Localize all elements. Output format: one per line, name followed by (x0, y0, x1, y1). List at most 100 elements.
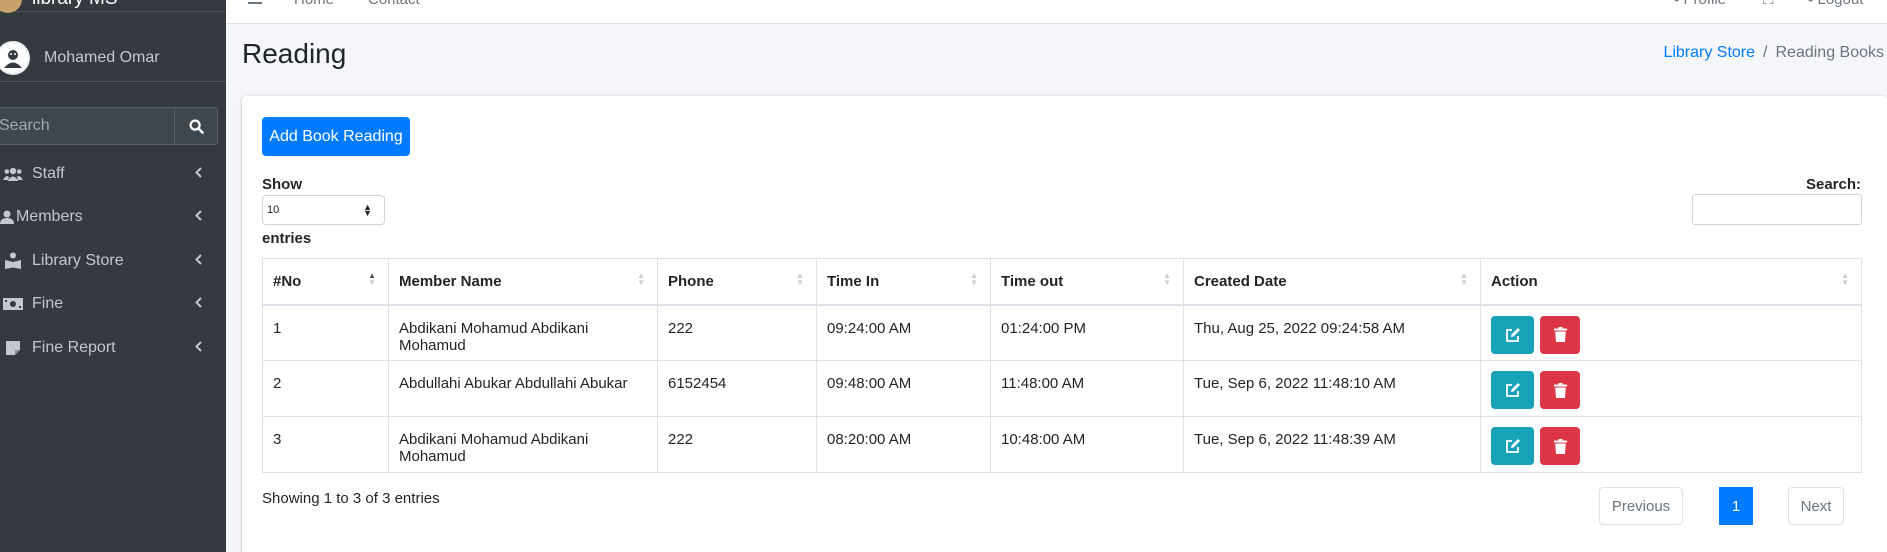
column-label: Member Name (399, 272, 502, 290)
sort-icon: ▲ ▼ (1163, 271, 1171, 287)
book-reader-icon (0, 252, 26, 270)
sidebar-item-label: Staff (32, 164, 65, 182)
trash-icon (1553, 382, 1567, 398)
column-label: Time In (827, 272, 880, 290)
trash-icon (1553, 327, 1567, 342)
page-title: Reading (242, 38, 347, 69)
nav-logout-label: Logout (1818, 0, 1864, 8)
nav-contact-link[interactable]: Contact (368, 0, 420, 8)
next-page-button[interactable]: Next (1788, 487, 1844, 525)
sidebar-item-label: Fine (32, 295, 64, 313)
cell-no: 3 (262, 416, 389, 473)
nav-profile-label: Profile (1684, 0, 1727, 8)
sort-icon: ▲ ▼ (1841, 271, 1849, 287)
sidebar-nav: Staff Members Library Store Fine Fine Re… (0, 152, 226, 370)
edit-button[interactable] (1491, 427, 1534, 465)
cell-action (1480, 360, 1862, 417)
reading-table: #No ▲ ▼ Member Name ▲ ▼ Phone ▲ ▼ Time In ▲ ▼ Ti… (262, 258, 1862, 473)
sidebar-search-button[interactable] (174, 107, 218, 145)
cell-member-name: Abdikani Mohamud Abdikani Mohamud (388, 304, 658, 361)
sidebar-item-library-store[interactable]: Library Store (0, 239, 226, 283)
column-header-time-out[interactable]: Time out ▲ ▼ (990, 258, 1184, 306)
brand-text: library MS (32, 0, 118, 10)
sidebar: library MS Mohamed Omar Staff Members (0, 0, 226, 552)
edit-icon (1505, 383, 1520, 397)
cell-time-in: 08:20:00 AM (816, 416, 991, 473)
cell-phone: 6152454 (657, 360, 817, 417)
delete-button[interactable] (1540, 315, 1580, 354)
sidebar-item-label: Library Store (32, 251, 124, 269)
cell-no: 1 (262, 304, 389, 361)
table-row: 1 Abdikani Mohamud Abdikani Mohamud 222 … (262, 304, 1862, 361)
column-header-phone[interactable]: Phone ▲ ▼ (657, 258, 817, 306)
previous-page-button[interactable]: Previous (1599, 487, 1683, 525)
chevron-left-icon (195, 252, 202, 270)
edit-button[interactable] (1491, 315, 1534, 354)
table-search-input[interactable] (1692, 194, 1862, 225)
nav-home-link[interactable]: Home (294, 0, 334, 8)
id-card-icon: ▪ (1674, 0, 1679, 8)
column-label: Time out (1001, 272, 1064, 290)
cell-phone: 222 (657, 304, 817, 361)
cell-phone: 222 (657, 416, 817, 473)
logout-icon: ▪ (1808, 0, 1813, 8)
table-row: 3 Abdikani Mohamud Abdikani Mohamud 222 … (262, 416, 1862, 473)
delete-button[interactable] (1540, 427, 1580, 465)
user-panel[interactable]: Mohamed Omar (0, 34, 226, 82)
brand-link[interactable]: library MS (0, 0, 226, 13)
column-header-member-name[interactable]: Member Name ▲ ▼ (388, 258, 658, 306)
brand-logo (0, 0, 22, 13)
table-row: 2 Abdullahi Abukar Abdullahi Abukar 6152… (262, 360, 1862, 417)
cell-time-in: 09:24:00 AM (816, 304, 991, 361)
column-label: Action (1491, 272, 1538, 290)
cell-time-out: 10:48:00 AM (990, 416, 1184, 473)
column-header-created-date[interactable]: Created Date ▲ ▼ (1183, 258, 1481, 306)
avatar (0, 40, 30, 75)
entries-length-select[interactable]: 10 ▲ ▼ (262, 195, 385, 225)
page-1-button[interactable]: 1 (1719, 487, 1753, 525)
sidebar-search-input[interactable] (0, 107, 174, 145)
sidebar-item-fine[interactable]: Fine (0, 283, 226, 327)
edit-icon (1505, 439, 1520, 453)
edit-button[interactable] (1491, 371, 1534, 409)
column-label: Created Date (1194, 272, 1287, 290)
breadcrumb: Library Store / Reading Books (1663, 44, 1884, 62)
edit-icon (1505, 327, 1520, 342)
cell-member-name: Abdullahi Abukar Abdullahi Abukar (388, 360, 658, 417)
table-header-row: #No ▲ ▼ Member Name ▲ ▼ Phone ▲ ▼ Time In ▲ ▼ Ti… (262, 258, 1862, 306)
sort-icon: ▲ ▼ (637, 271, 645, 287)
column-label: #No (273, 272, 302, 290)
column-header-action[interactable]: Action ▲ ▼ (1480, 258, 1862, 306)
cell-time-out: 11:48:00 AM (990, 360, 1184, 417)
search-icon (188, 118, 204, 134)
sort-arrows-icon: ▲ ▼ (363, 202, 372, 218)
add-book-reading-button[interactable]: Add Book Reading (262, 117, 410, 156)
chevron-left-icon (195, 208, 202, 226)
cell-created-date: Tue, Sep 6, 2022 11:48:10 AM (1183, 360, 1481, 417)
entries-label: entries (262, 230, 312, 247)
breadcrumb-current: Reading Books (1775, 44, 1884, 61)
top-navbar: Home Contact ▪ Profile ⛶ ▪ Logout (226, 0, 1887, 24)
column-header-no[interactable]: #No ▲ ▼ (262, 258, 389, 306)
sidebar-item-staff[interactable]: Staff (0, 152, 226, 196)
sidebar-item-members[interactable]: Members (0, 196, 226, 240)
sort-icon: ▲ ▼ (970, 271, 978, 287)
sort-asc-icon: ▲ ▼ (368, 271, 376, 287)
user-name[interactable]: Mohamed Omar (44, 49, 160, 67)
breadcrumb-library-store[interactable]: Library Store (1663, 44, 1755, 62)
fullscreen-icon[interactable]: ⛶ (1763, 0, 1774, 8)
column-label: Phone (668, 272, 714, 290)
table-info: Showing 1 to 3 of 3 entries (262, 490, 440, 507)
sidebar-item-fine-report[interactable]: Fine Report (0, 326, 226, 370)
delete-button[interactable] (1540, 371, 1580, 409)
menu-toggle-icon[interactable] (248, 0, 262, 8)
nav-logout-link[interactable]: ▪ Logout (1808, 0, 1863, 8)
nav-profile-link[interactable]: ▪ Profile (1674, 0, 1726, 8)
money-bill-icon (0, 298, 26, 311)
column-header-time-in[interactable]: Time In ▲ ▼ (816, 258, 991, 306)
cell-created-date: Tue, Sep 6, 2022 11:48:39 AM (1183, 416, 1481, 473)
cell-member-name: Abdikani Mohamud Abdikani Mohamud (388, 416, 658, 473)
pagination: Previous 1 Next (1599, 487, 1844, 525)
sidebar-item-label: Fine Report (32, 338, 116, 356)
cell-time-in: 09:48:00 AM (816, 360, 991, 417)
